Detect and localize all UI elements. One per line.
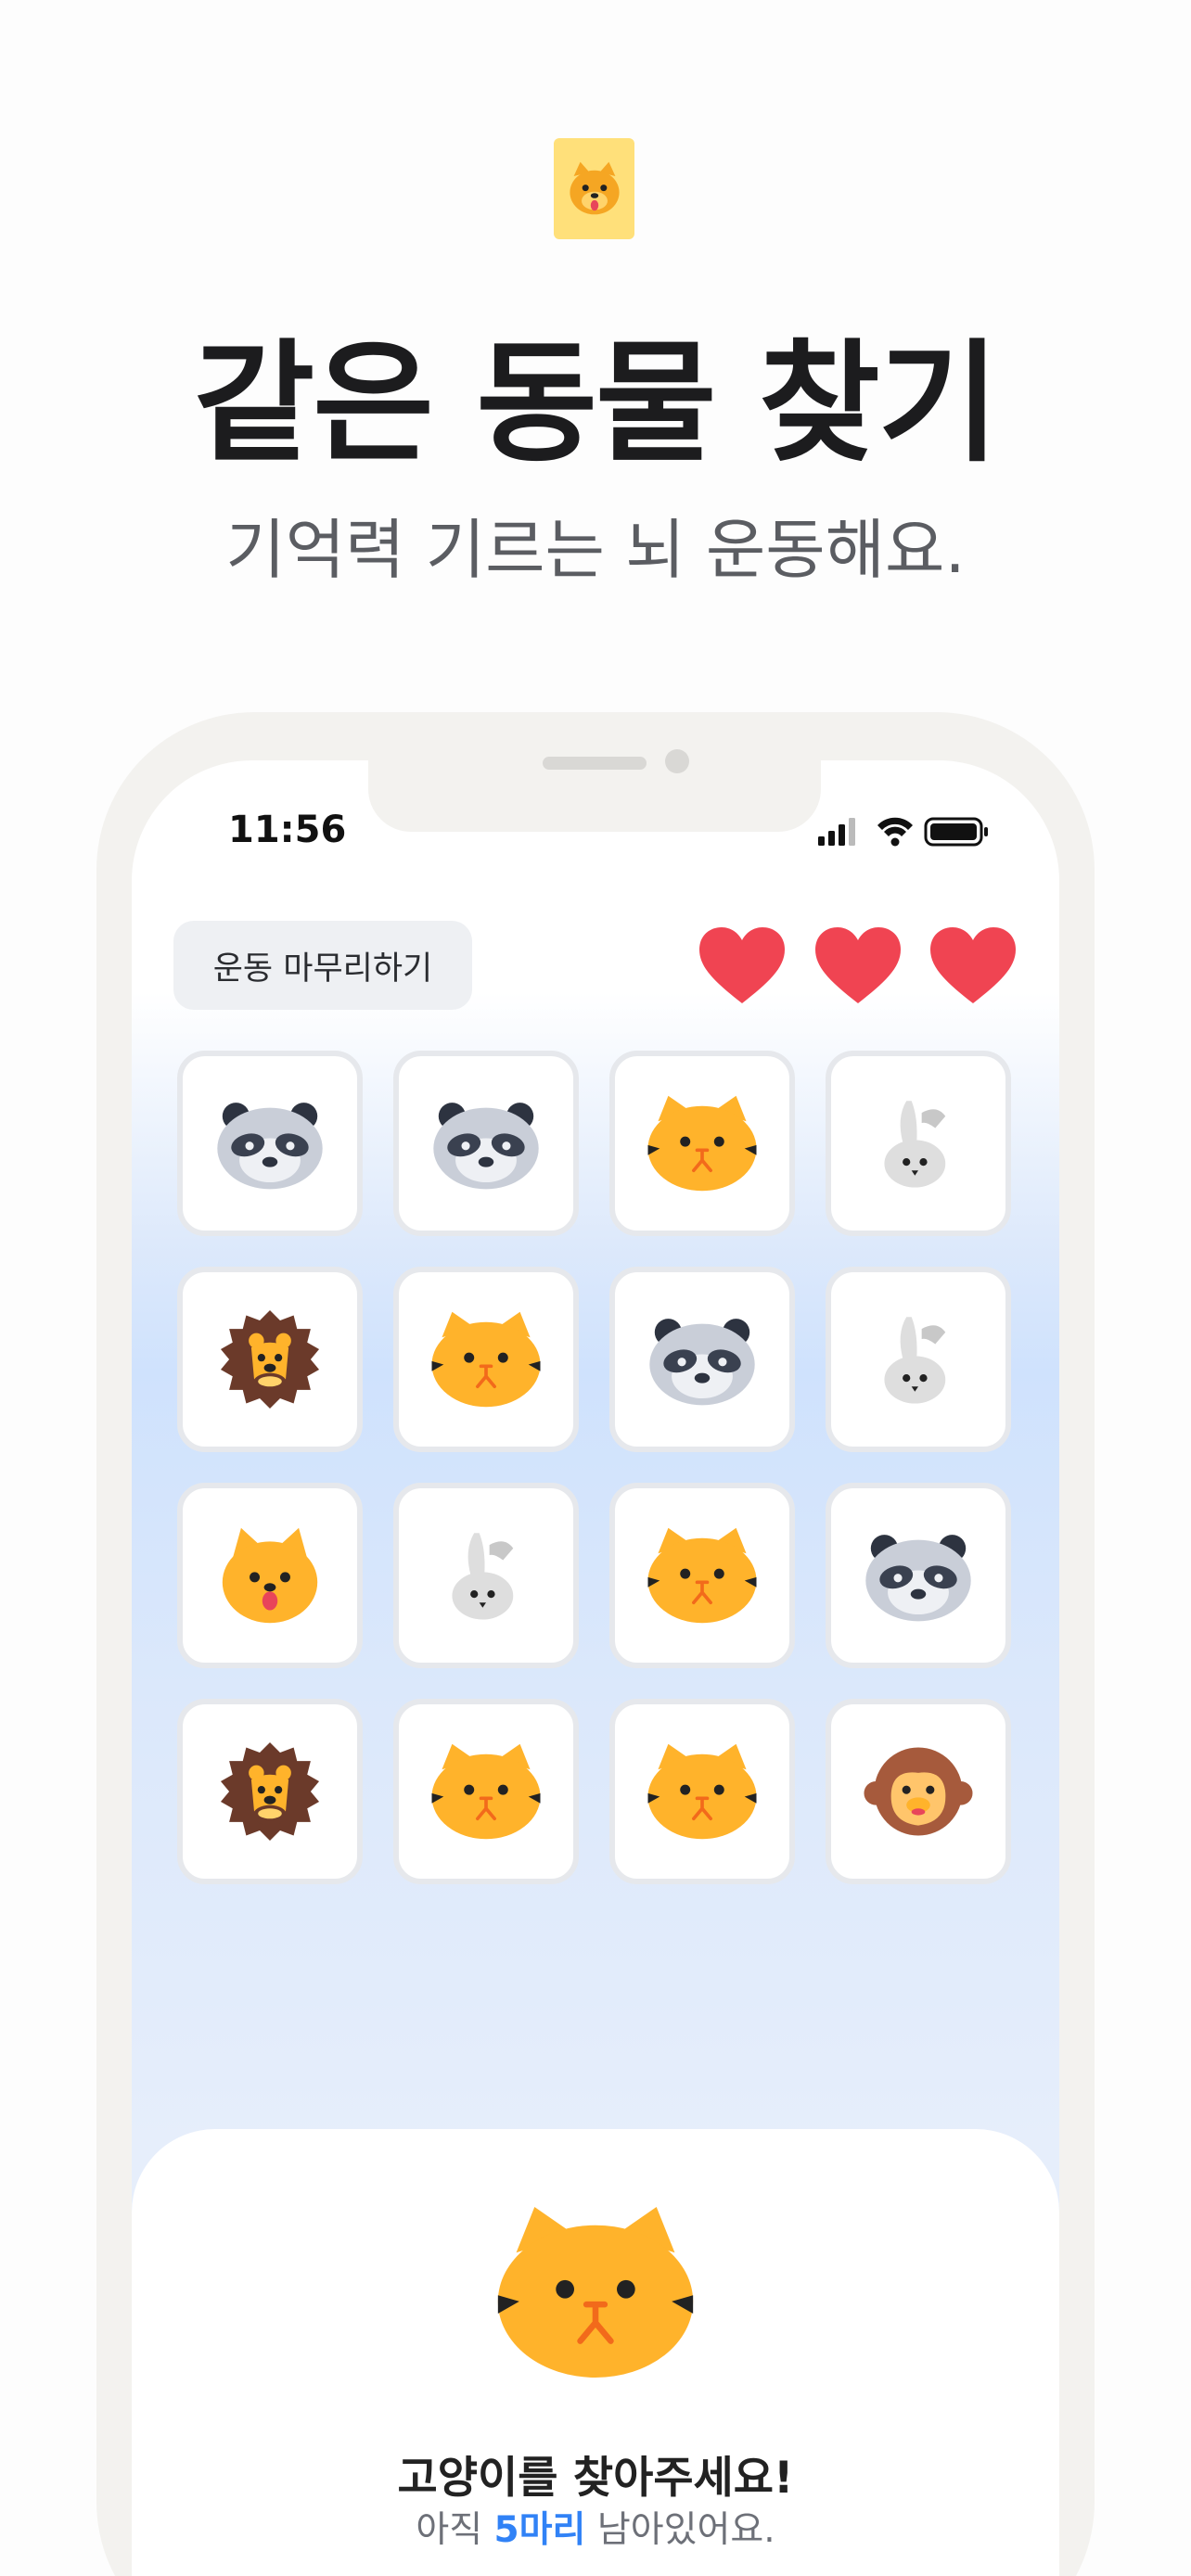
lives-indicator	[698, 925, 1018, 1005]
rabbit-icon	[427, 1520, 545, 1631]
panda-icon	[859, 1524, 978, 1626]
status-time: 11:56	[228, 809, 347, 851]
animal-card-rabbit[interactable]	[826, 1051, 1011, 1236]
phone-speaker	[543, 757, 647, 770]
monkey-icon	[859, 1736, 978, 1847]
animal-card-panda[interactable]	[177, 1051, 363, 1236]
animal-card-cat[interactable]	[609, 1483, 795, 1668]
heart-icon	[699, 927, 785, 1003]
animal-card-cat[interactable]	[609, 1051, 795, 1236]
phone-notch	[368, 760, 821, 832]
wifi-icon	[877, 817, 913, 847]
panda-icon	[211, 1092, 329, 1194]
animal-card-cat[interactable]	[393, 1267, 579, 1452]
finish-exercise-button[interactable]: 운동 마무리하기	[173, 921, 472, 1010]
prompt-remaining: 아직 5마리 남아있어요.	[0, 2501, 1191, 2553]
dog-icon	[569, 161, 620, 214]
animal-card-rabbit[interactable]	[393, 1483, 579, 1668]
cat-icon	[489, 2200, 702, 2385]
panda-icon	[427, 1092, 545, 1194]
animal-card-panda[interactable]	[393, 1051, 579, 1236]
cat-icon	[427, 1741, 545, 1843]
battery-icon	[924, 817, 988, 847]
status-icons	[818, 817, 988, 847]
phone-camera	[665, 749, 689, 773]
rabbit-icon	[859, 1088, 978, 1199]
cat-icon	[427, 1308, 545, 1410]
panda-icon	[643, 1308, 762, 1410]
lion-icon	[211, 1741, 329, 1843]
remaining-prefix: 아직	[416, 2509, 483, 2551]
animal-card-rabbit[interactable]	[826, 1267, 1011, 1452]
remaining-suffix: 남아있어요.	[596, 2509, 775, 2551]
animal-card-cat[interactable]	[609, 1699, 795, 1884]
animal-card-panda[interactable]	[609, 1267, 795, 1452]
animal-card-panda[interactable]	[826, 1483, 1011, 1668]
cat-icon	[643, 1741, 762, 1843]
page-title: 같은 동물 찾기	[193, 327, 1000, 480]
cat-icon	[643, 1092, 762, 1194]
cat-icon	[643, 1524, 762, 1626]
animal-card-dog[interactable]	[177, 1483, 363, 1668]
lion-icon	[211, 1308, 329, 1410]
signal-icon	[818, 818, 855, 846]
animal-card-lion[interactable]	[177, 1699, 363, 1884]
dog-icon	[211, 1520, 329, 1631]
heart-icon	[814, 927, 901, 1003]
animal-card-monkey[interactable]	[826, 1699, 1011, 1884]
page-subtitle: 기억력 기르는 뇌 운동해요.	[225, 512, 966, 588]
remaining-count: 5마리	[493, 2509, 586, 2551]
app-icon	[554, 138, 634, 239]
heart-icon	[930, 927, 1016, 1003]
animal-card-grid	[177, 1051, 1012, 1885]
animal-card-lion[interactable]	[177, 1267, 363, 1452]
animal-card-cat[interactable]	[393, 1699, 579, 1884]
prompt-title: 고양이를 찾아주세요!	[397, 2453, 794, 2504]
rabbit-icon	[859, 1304, 978, 1415]
